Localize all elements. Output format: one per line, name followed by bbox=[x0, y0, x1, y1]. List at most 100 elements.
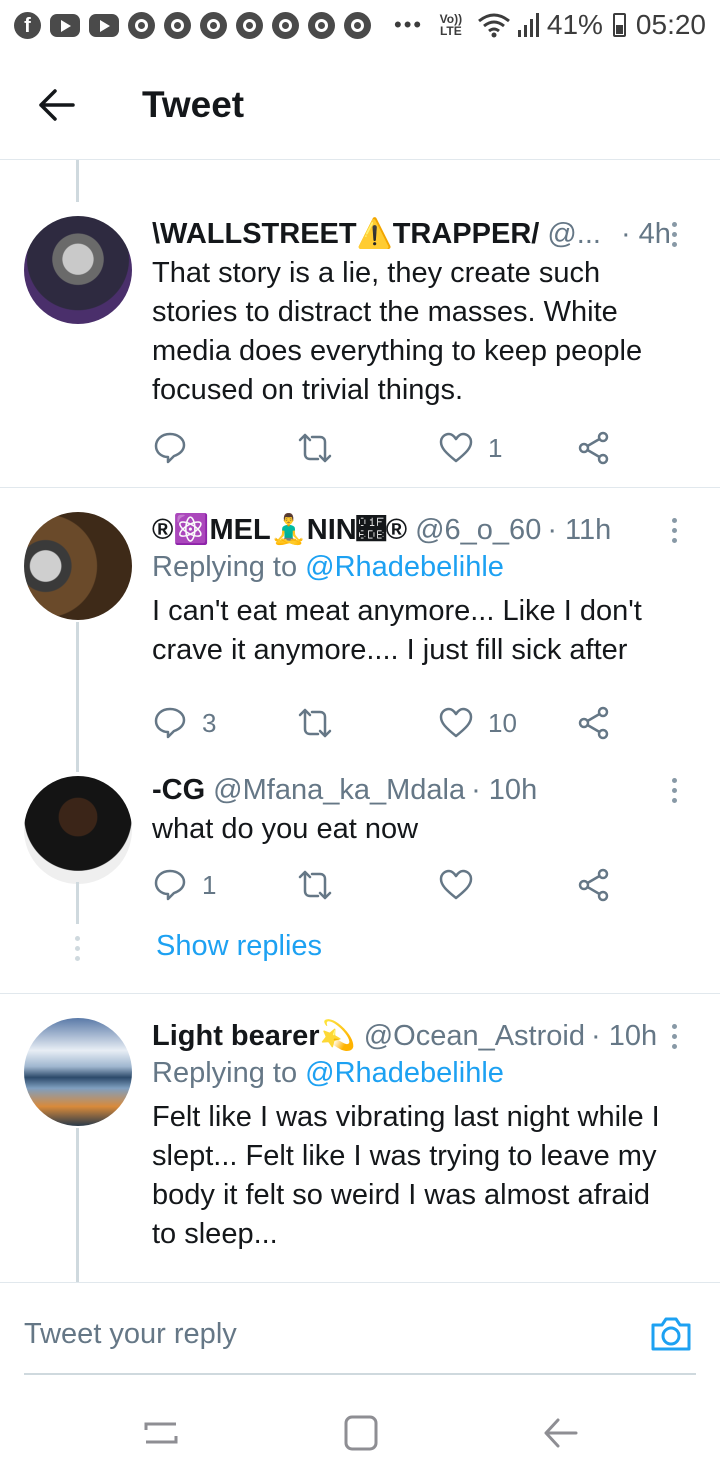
display-name[interactable]: ®⚛️MEL🧘‍♂️NIN🛛® bbox=[152, 512, 407, 548]
reply-button[interactable] bbox=[152, 428, 188, 468]
recent-apps-button[interactable] bbox=[136, 1408, 186, 1458]
show-replies-link[interactable]: Show replies bbox=[156, 930, 322, 963]
tweet[interactable]: ®⚛️MEL🧘‍♂️NIN🛛® @6_o_60 · 11h Replying t… bbox=[0, 510, 720, 750]
comment-icon bbox=[154, 869, 186, 901]
camera-icon bbox=[651, 1317, 691, 1351]
notification-icons: ••• bbox=[14, 11, 424, 39]
comment-icon bbox=[154, 432, 186, 464]
reply-input[interactable] bbox=[24, 1309, 624, 1359]
share-button[interactable] bbox=[576, 703, 612, 743]
share-icon bbox=[578, 868, 609, 902]
tweet-text: what do you eat now bbox=[152, 813, 419, 845]
avatar[interactable] bbox=[24, 512, 132, 620]
action-bar: 3 10 bbox=[152, 703, 622, 743]
user-handle: @6_o_60 bbox=[415, 514, 542, 546]
reply-count: 1 bbox=[202, 869, 217, 900]
reply-composer bbox=[0, 1282, 720, 1382]
thread-line bbox=[76, 622, 79, 772]
reply-input-underline bbox=[24, 1373, 696, 1375]
like-button[interactable]: 1 bbox=[438, 428, 502, 468]
user-handle: @Ocean_Astroid bbox=[363, 1020, 585, 1052]
chrome-icon bbox=[272, 11, 299, 39]
top-app-bar: Tweet bbox=[0, 50, 720, 160]
heart-icon bbox=[439, 869, 473, 900]
retweet-icon bbox=[298, 708, 332, 738]
system-navigation-bar bbox=[0, 1382, 720, 1480]
share-button[interactable] bbox=[576, 865, 612, 905]
battery-icon bbox=[612, 13, 626, 37]
camera-button[interactable] bbox=[648, 1311, 694, 1357]
timestamp: · 10h bbox=[590, 1020, 658, 1052]
thread-line bbox=[76, 1128, 79, 1282]
more-options-button[interactable] bbox=[664, 512, 684, 548]
system-back-button[interactable] bbox=[536, 1408, 586, 1458]
share-button[interactable] bbox=[576, 428, 612, 468]
like-count: 1 bbox=[488, 432, 503, 463]
chrome-icon bbox=[308, 11, 335, 39]
arrow-left-icon bbox=[39, 88, 75, 121]
home-button[interactable] bbox=[336, 1408, 386, 1458]
volte-indicator: Vo)) LTE bbox=[439, 12, 463, 38]
retweet-button[interactable] bbox=[296, 865, 334, 905]
recent-apps-icon bbox=[144, 1422, 178, 1444]
retweet-button[interactable] bbox=[296, 703, 334, 743]
display-name[interactable]: \WALLSTREET⚠️TRAPPER/ bbox=[152, 216, 539, 252]
heart-icon bbox=[439, 432, 473, 463]
avatar[interactable] bbox=[24, 216, 132, 324]
action-bar: 1 bbox=[152, 428, 622, 468]
back-arrow-icon bbox=[544, 1418, 578, 1448]
retweet-button[interactable] bbox=[296, 428, 334, 468]
replying-to: Replying to @Rhadebelihle bbox=[152, 1057, 504, 1089]
tweet-text: I can't eat meat anymore... Like I don't… bbox=[152, 595, 642, 666]
display-name[interactable]: Light bearer💫 bbox=[152, 1018, 356, 1054]
like-button[interactable] bbox=[438, 865, 474, 905]
like-button[interactable]: 10 bbox=[438, 703, 517, 743]
user-handle: @... bbox=[547, 218, 601, 250]
replying-to: Replying to @Rhadebelihle bbox=[152, 551, 504, 583]
thread-line bbox=[76, 160, 79, 202]
more-options-button[interactable] bbox=[664, 1018, 684, 1054]
more-options-button[interactable] bbox=[664, 216, 684, 252]
retweet-icon bbox=[298, 433, 332, 463]
chrome-icon bbox=[344, 11, 371, 39]
chrome-icon bbox=[128, 11, 155, 39]
avatar[interactable] bbox=[24, 1018, 132, 1126]
battery-percent: 41% bbox=[546, 9, 603, 40]
partial-actions bbox=[160, 160, 620, 166]
wifi-icon bbox=[477, 13, 510, 38]
thread-line bbox=[76, 882, 79, 924]
status-bar: ••• Vo)) LTE 41% 05:20 bbox=[0, 0, 720, 50]
retweet-icon bbox=[298, 870, 332, 900]
back-button[interactable] bbox=[26, 75, 86, 135]
conversation-feed[interactable]: \WALLSTREET⚠️TRAPPER/ @... · 4h That sto… bbox=[0, 160, 720, 1282]
reply-button[interactable]: 1 bbox=[152, 865, 216, 905]
share-icon bbox=[578, 706, 609, 740]
chrome-icon bbox=[200, 11, 227, 39]
divider bbox=[0, 487, 720, 488]
tweet[interactable]: \WALLSTREET⚠️TRAPPER/ @... · 4h That sto… bbox=[0, 212, 720, 482]
thread-continuation-dots bbox=[75, 936, 81, 961]
youtube-icon bbox=[50, 13, 80, 37]
tweet[interactable]: Light bearer💫 @Ocean_Astroid · 10h Reply… bbox=[0, 1016, 720, 1282]
display-name[interactable]: -CG bbox=[152, 772, 205, 808]
tweet-text: Felt like I was vibrating last night whi… bbox=[152, 1101, 660, 1250]
action-bar: 1 bbox=[152, 865, 622, 905]
mention-link[interactable]: @Rhadebelihle bbox=[305, 551, 504, 583]
divider bbox=[0, 993, 720, 994]
signal-icon bbox=[517, 13, 539, 37]
youtube-icon bbox=[89, 13, 119, 37]
share-icon bbox=[578, 431, 609, 465]
page-title: Tweet bbox=[142, 83, 245, 125]
reply-count: 3 bbox=[202, 707, 217, 738]
home-icon bbox=[344, 1415, 378, 1451]
avatar[interactable] bbox=[24, 776, 132, 884]
tweet[interactable]: -CG @Mfana_ka_Mdala · 10h what do you ea… bbox=[0, 770, 720, 920]
more-notifications-icon: ••• bbox=[394, 12, 424, 37]
tweet-text: That story is a lie, they create such st… bbox=[152, 257, 643, 406]
mention-link[interactable]: @Rhadebelihle bbox=[305, 1057, 504, 1089]
timestamp: · 11h bbox=[547, 514, 612, 546]
comment-icon bbox=[154, 707, 186, 739]
clock: 05:20 bbox=[635, 9, 706, 40]
more-options-button[interactable] bbox=[664, 772, 684, 808]
reply-button[interactable]: 3 bbox=[152, 703, 216, 743]
